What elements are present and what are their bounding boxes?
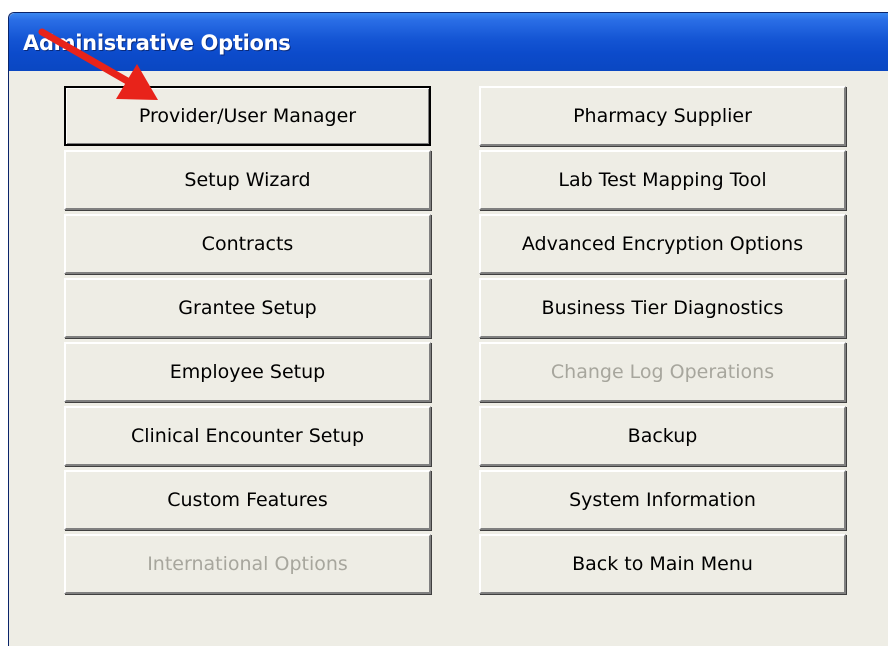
backup-button[interactable]: Backup <box>479 406 846 466</box>
grantee-setup-button[interactable]: Grantee Setup <box>64 278 431 338</box>
provider-user-manager-label: Provider/User Manager <box>138 105 357 127</box>
lab-test-mapping-tool-label: Lab Test Mapping Tool <box>558 169 767 191</box>
right-button-column: Pharmacy Supplier Lab Test Mapping Tool … <box>479 86 846 598</box>
international-options-button: International Options <box>64 534 431 594</box>
clinical-encounter-setup-button[interactable]: Clinical Encounter Setup <box>64 406 431 466</box>
left-button-column: Provider/User Manager Setup Wizard Contr… <box>64 86 431 598</box>
business-tier-diagnostics-button[interactable]: Business Tier Diagnostics <box>479 278 846 338</box>
pharmacy-supplier-button[interactable]: Pharmacy Supplier <box>479 86 846 146</box>
title-bar[interactable]: Administrative Options <box>9 13 888 71</box>
contracts-label: Contracts <box>201 233 294 255</box>
grantee-setup-label: Grantee Setup <box>178 297 317 319</box>
business-tier-diagnostics-label: Business Tier Diagnostics <box>541 297 784 319</box>
employee-setup-label: Employee Setup <box>169 361 326 383</box>
system-information-label: System Information <box>569 489 756 511</box>
international-options-label: International Options <box>147 553 348 575</box>
back-to-main-menu-label: Back to Main Menu <box>572 553 753 575</box>
change-log-operations-label: Change Log Operations <box>550 361 775 383</box>
lab-test-mapping-tool-button[interactable]: Lab Test Mapping Tool <box>479 150 846 210</box>
custom-features-label: Custom Features <box>167 489 328 511</box>
change-log-operations-button: Change Log Operations <box>479 342 846 402</box>
custom-features-button[interactable]: Custom Features <box>64 470 431 530</box>
clinical-encounter-setup-label: Clinical Encounter Setup <box>130 425 365 447</box>
employee-setup-button[interactable]: Employee Setup <box>64 342 431 402</box>
advanced-encryption-options-label: Advanced Encryption Options <box>521 233 804 255</box>
provider-user-manager-button[interactable]: Provider/User Manager <box>64 86 431 146</box>
window-title: Administrative Options <box>23 31 291 55</box>
setup-wizard-label: Setup Wizard <box>184 169 311 191</box>
contracts-button[interactable]: Contracts <box>64 214 431 274</box>
back-to-main-menu-button[interactable]: Back to Main Menu <box>479 534 846 594</box>
pharmacy-supplier-label: Pharmacy Supplier <box>573 105 752 127</box>
backup-label: Backup <box>627 425 698 447</box>
administrative-options-window: Administrative Options Provider/User Man… <box>8 12 888 646</box>
advanced-encryption-options-button[interactable]: Advanced Encryption Options <box>479 214 846 274</box>
setup-wizard-button[interactable]: Setup Wizard <box>64 150 431 210</box>
system-information-button[interactable]: System Information <box>479 470 846 530</box>
